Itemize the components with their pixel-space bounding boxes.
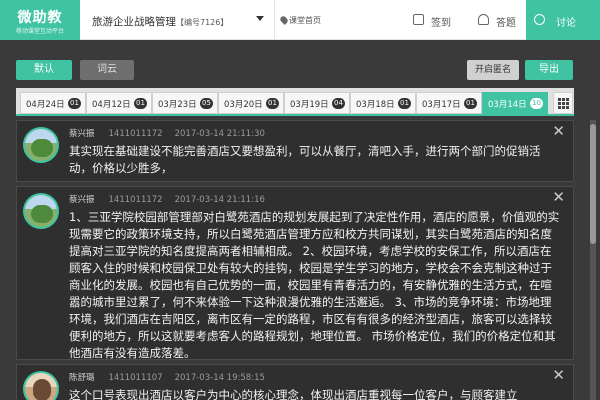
- close-icon[interactable]: ✕: [552, 368, 565, 383]
- tab-count-badge: 01: [464, 98, 477, 109]
- tab-count-badge: 05: [200, 98, 213, 109]
- nav-discussion[interactable]: 讨论: [526, 0, 600, 40]
- post-time: 2017-03-14 21:11:16: [174, 195, 265, 205]
- nav-checkin-label: 签到: [431, 18, 451, 29]
- chevron-down-icon: [256, 16, 264, 21]
- avatar: [23, 193, 59, 229]
- avatar: [23, 371, 59, 400]
- nav-checkin[interactable]: 签到: [405, 0, 461, 40]
- date-tabs: 04月24日 01 04月12日 01 03月23日 05 03月20日 01 …: [16, 88, 574, 116]
- discussion-icon: [534, 14, 545, 25]
- post-content: 1、三亚学院校园部管理部对白鹭苑酒店的规划发展起到了决定性作用，酒店的愿景，价值…: [69, 210, 560, 360]
- course-code: 【编号7126】: [176, 18, 229, 27]
- tab-date-label: 04月24日: [26, 100, 65, 110]
- home-link-label: 课堂首页: [289, 16, 321, 25]
- word-cloud-button[interactable]: 词云: [80, 60, 134, 80]
- grid-menu-icon[interactable]: [553, 92, 573, 114]
- default-view-button[interactable]: 默认: [16, 60, 72, 80]
- post-content: 其实现在基础建设不能完善酒店又要想盈利，可以从餐厅，清吧入手，进行两个部门的促销…: [69, 144, 541, 175]
- tab-date[interactable]: 04月12日 01: [86, 92, 152, 114]
- quiz-icon: [478, 14, 489, 25]
- course-name: 旅游企业战略管理: [92, 16, 176, 28]
- tab-count-badge: 01: [134, 98, 147, 109]
- tab-count-badge: 04: [332, 98, 345, 109]
- avatar: [23, 127, 59, 163]
- tab-date-label: 03月23日: [158, 100, 197, 110]
- close-icon[interactable]: ✕: [552, 124, 565, 139]
- tab-date-label: 03月18日: [356, 100, 395, 110]
- author-name: 蔡兴振: [69, 129, 95, 139]
- tab-count-badge: 10: [530, 98, 543, 109]
- home-link[interactable]: 课堂首页: [279, 15, 321, 26]
- tab-date-label: 03月20日: [224, 100, 263, 110]
- checkin-icon: [413, 14, 424, 25]
- discussion-post: 蔡兴振 1411011172 2017-03-14 21:11:16 ✕ 1、三亚学…: [16, 186, 574, 360]
- location-pin-icon: [279, 15, 289, 25]
- tab-date[interactable]: 04月24日 01: [20, 92, 86, 114]
- tab-date[interactable]: 03月18日 01: [350, 92, 416, 114]
- tab-count-badge: 01: [266, 98, 279, 109]
- course-select[interactable]: 旅游企业战略管理【编号7126】: [80, 0, 275, 40]
- tab-date[interactable]: 03月17日 01: [416, 92, 482, 114]
- student-id: 1411011107: [108, 373, 163, 383]
- nav-discussion-label: 讨论: [556, 18, 576, 29]
- tab-count-badge: 01: [398, 98, 411, 109]
- author-name: 蔡兴振: [69, 195, 95, 205]
- app-logo[interactable]: 微助教 移动课堂互动平台: [0, 0, 80, 40]
- discussion-post: 蔡兴振 1411011172 2017-03-14 21:11:30 ✕ 其实现在基…: [16, 120, 574, 182]
- tab-date-label: 03月14日: [488, 100, 527, 110]
- student-id: 1411011172: [108, 129, 163, 139]
- post-time: 2017-03-14 21:11:30: [174, 129, 265, 139]
- nav-quiz[interactable]: 答题: [470, 0, 526, 40]
- tab-date-label: 03月19日: [290, 100, 329, 110]
- tab-date-label: 04月12日: [92, 100, 131, 110]
- close-icon[interactable]: ✕: [552, 190, 565, 205]
- tab-date[interactable]: 03月19日 04: [284, 92, 350, 114]
- top-bar: 微助教 移动课堂互动平台 旅游企业战略管理【编号7126】 课堂首页 签到 答题…: [0, 0, 600, 40]
- nav-quiz-label: 答题: [496, 18, 516, 29]
- tab-date[interactable]: 03月23日 05: [152, 92, 218, 114]
- tab-count-badge: 01: [68, 98, 81, 109]
- tab-date-active[interactable]: 03月14日 10: [482, 92, 548, 114]
- tab-date-label: 03月17日: [422, 100, 461, 110]
- export-button[interactable]: 导出: [525, 60, 573, 80]
- post-content: 这个口号表现出酒店以客户为中心的核心理念，体现出酒店重视每一位客户，与顾客建立: [69, 388, 518, 400]
- student-id: 1411011172: [108, 195, 163, 205]
- discussion-post: 陈舒璐 1411011107 2017-03-14 19:58:15 ✕ 这个口号表…: [16, 364, 574, 400]
- logo-title: 微助教: [17, 10, 63, 26]
- tab-date[interactable]: 03月20日 01: [218, 92, 284, 114]
- logo-subtitle: 移动课堂互动平台: [15, 28, 64, 35]
- scrollbar[interactable]: [590, 120, 596, 400]
- scrollbar-thumb[interactable]: [590, 124, 596, 244]
- anonymous-toggle-button[interactable]: 开启匿名: [467, 60, 519, 80]
- post-time: 2017-03-14 19:58:15: [174, 373, 265, 383]
- author-name: 陈舒璐: [69, 373, 95, 383]
